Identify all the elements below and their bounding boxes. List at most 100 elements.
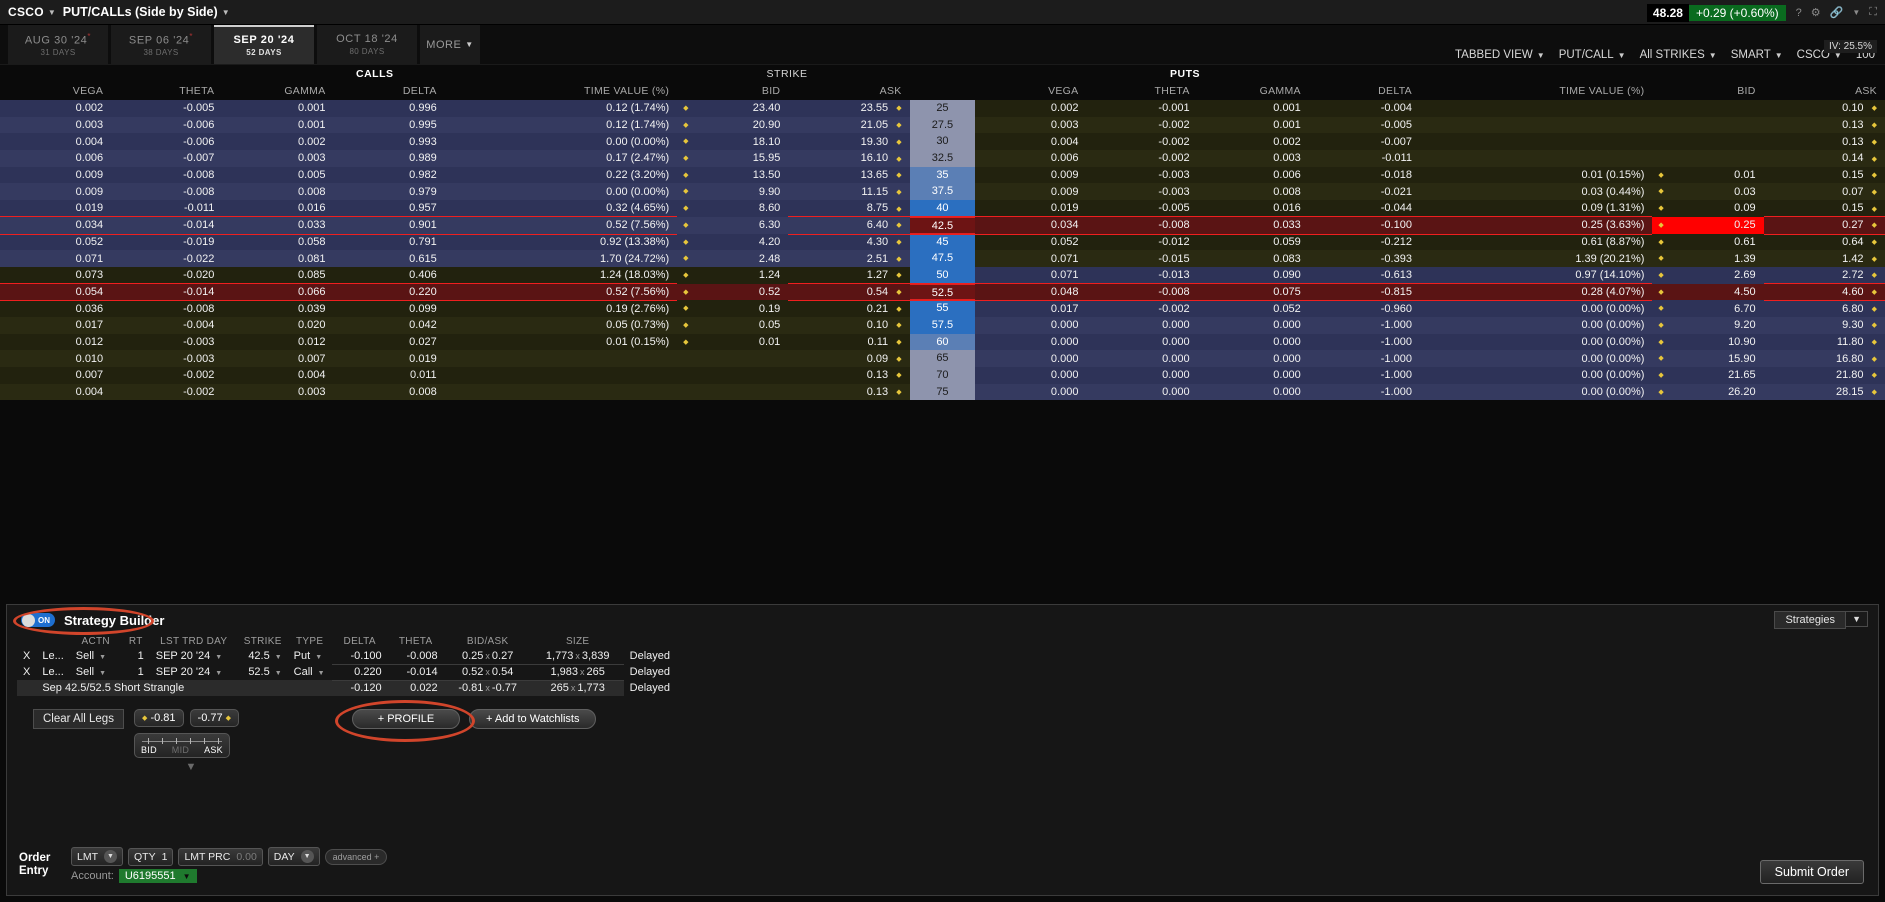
leg-action-select[interactable]: Sell ▼ bbox=[70, 648, 122, 664]
put-bid[interactable]: ◆ 21.65 bbox=[1652, 367, 1764, 384]
strategies-chevron-down-icon[interactable]: ▼ bbox=[1845, 611, 1868, 627]
order-type-select[interactable]: LMT ▼ bbox=[71, 847, 123, 866]
put-bid[interactable]: ◆ 2.69 bbox=[1652, 266, 1764, 284]
chain-row[interactable]: 0.012 -0.003 0.012 0.027 0.01 (0.15%) ◆ 0.01 0… bbox=[0, 333, 1885, 351]
call-bid[interactable]: ◆ 0.19 bbox=[677, 300, 789, 317]
call-bid[interactable]: ◆ 18.10 bbox=[677, 133, 789, 151]
expiry-tab-3[interactable]: OCT 18 '24 80 DAYS bbox=[317, 25, 417, 64]
strike-cell[interactable]: 30 bbox=[909, 133, 976, 151]
call-bid[interactable] bbox=[677, 350, 789, 367]
account-select[interactable]: U6195551 ▼ bbox=[118, 869, 197, 883]
put-ask[interactable]: 0.64 ◆ bbox=[1763, 233, 1885, 251]
call-bid[interactable]: ◆ 23.40 bbox=[677, 100, 789, 117]
leg-type-select[interactable]: Put ▼ bbox=[288, 648, 332, 664]
strike-cell[interactable]: 50 bbox=[909, 266, 976, 284]
option-exchange-smart[interactable]: SMART ▼ bbox=[1731, 49, 1783, 61]
strike-cell[interactable]: 60 bbox=[909, 333, 976, 351]
col-put-bid[interactable]: BID bbox=[1652, 83, 1763, 100]
strike-cell[interactable]: 32.5 bbox=[909, 150, 976, 167]
strike-cell[interactable]: 65 bbox=[909, 350, 976, 367]
option-tabbed-view[interactable]: TABBED VIEW ▼ bbox=[1455, 49, 1545, 61]
leg-type-select[interactable]: Call ▼ bbox=[288, 664, 332, 680]
col-put-timevalue[interactable]: TIME VALUE (%) bbox=[1420, 83, 1652, 100]
view-dropdown-icon[interactable]: ▼ bbox=[222, 8, 230, 17]
put-bid[interactable]: ◆ 6.70 bbox=[1652, 300, 1764, 317]
leg-expiry-select[interactable]: SEP 20 '24 ▼ bbox=[150, 648, 238, 664]
col-call-timevalue[interactable]: TIME VALUE (%) bbox=[445, 83, 677, 100]
col-call-bid[interactable]: BID bbox=[677, 83, 788, 100]
call-bid[interactable]: ◆ 1.24 bbox=[677, 266, 789, 284]
call-bid[interactable]: ◆ 20.90 bbox=[677, 116, 789, 134]
strategies-button[interactable]: Strategies bbox=[1774, 611, 1846, 629]
put-ask[interactable]: 0.15 ◆ bbox=[1763, 166, 1885, 184]
slider-bid-label[interactable]: BID bbox=[141, 745, 157, 755]
leg-action-select[interactable]: Sell ▼ bbox=[70, 664, 122, 680]
put-bid[interactable]: ◆ 0.01 bbox=[1652, 166, 1764, 184]
time-in-force-select[interactable]: DAY ▼ bbox=[267, 847, 320, 866]
call-ask[interactable]: 8.75 ◆ bbox=[788, 200, 910, 217]
put-ask[interactable]: 11.80 ◆ bbox=[1763, 333, 1885, 351]
slider-ask-label[interactable]: ASK bbox=[204, 745, 223, 755]
chain-row[interactable]: 0.003 -0.006 0.001 0.995 0.12 (1.74%) ◆ 20.90… bbox=[0, 116, 1885, 134]
call-ask[interactable]: 0.13 ◆ bbox=[788, 383, 910, 401]
col-call-delta[interactable]: DELTA bbox=[334, 83, 445, 100]
strike-cell[interactable]: 35 bbox=[909, 166, 976, 184]
chain-row[interactable]: 0.009 -0.008 0.008 0.979 0.00 (0.00%) ◆ 9.90 1… bbox=[0, 183, 1885, 201]
put-bid[interactable]: ◆ 1.39 bbox=[1652, 250, 1764, 267]
put-bid[interactable]: ◆ 0.09 bbox=[1652, 200, 1764, 217]
call-ask[interactable]: 0.13 ◆ bbox=[788, 367, 910, 384]
clear-all-legs-button[interactable]: Clear All Legs bbox=[33, 709, 124, 729]
chain-row[interactable]: 0.006 -0.007 0.003 0.989 0.17 (2.47%) ◆ 15.95… bbox=[0, 150, 1885, 167]
put-ask[interactable]: 4.60 ◆ bbox=[1763, 283, 1885, 301]
more-expiries-tab[interactable]: MORE ▼ bbox=[420, 25, 480, 64]
chain-row[interactable]: 0.009 -0.008 0.005 0.982 0.22 (3.20%) ◆ 13.50… bbox=[0, 166, 1885, 184]
strike-cell[interactable]: 52.5 bbox=[909, 283, 976, 301]
leg-row[interactable]: X Le... Sell ▼ 1 SEP 20 '24 ▼ 42.5 ▼ Put ▼ -0.100 -0… bbox=[17, 648, 694, 665]
expiry-tab-0[interactable]: AUG 30 '24* 31 DAYS bbox=[8, 25, 108, 64]
strike-cell[interactable]: 40 bbox=[909, 200, 976, 217]
leg-strike-select[interactable]: 42.5 ▼ bbox=[238, 648, 288, 664]
chain-row[interactable]: 0.010 -0.003 0.007 0.019 0.09 ◆ 65 0.000 0.000 0… bbox=[0, 350, 1885, 367]
strike-cell[interactable]: 25 bbox=[909, 100, 976, 117]
call-bid[interactable]: ◆ 0.05 bbox=[677, 316, 789, 334]
put-bid[interactable]: ◆ 10.90 bbox=[1652, 333, 1764, 351]
call-ask[interactable]: 6.40 ◆ bbox=[788, 216, 910, 234]
chain-row[interactable]: 0.019 -0.011 0.016 0.957 0.32 (4.65%) ◆ 8.60 8… bbox=[0, 200, 1885, 217]
slider-mid-label[interactable]: MID bbox=[172, 745, 189, 755]
leg-strike-select[interactable]: 52.5 ▼ bbox=[238, 664, 288, 680]
strike-cell[interactable]: 75 bbox=[909, 383, 976, 401]
chain-row[interactable]: 0.071 -0.022 0.081 0.615 1.70 (24.72%) ◆ 2.48… bbox=[0, 250, 1885, 267]
col-put-delta[interactable]: DELTA bbox=[1309, 83, 1420, 100]
col-put-theta[interactable]: THETA bbox=[1086, 83, 1197, 100]
strike-cell[interactable]: 57.5 bbox=[909, 316, 976, 334]
put-bid[interactable] bbox=[1652, 100, 1764, 117]
call-bid[interactable]: ◆ 8.60 bbox=[677, 200, 789, 217]
strike-cell[interactable]: 42.5 bbox=[909, 216, 976, 234]
call-bid[interactable]: ◆ 15.95 bbox=[677, 150, 789, 167]
put-bid[interactable]: ◆ 9.20 bbox=[1652, 316, 1764, 334]
put-ask[interactable]: 0.15 ◆ bbox=[1763, 200, 1885, 217]
leg-expiry-select[interactable]: SEP 20 '24 ▼ bbox=[150, 664, 238, 680]
call-bid[interactable] bbox=[677, 383, 789, 401]
put-ask[interactable]: 0.13 ◆ bbox=[1763, 116, 1885, 134]
expiry-tab-1[interactable]: SEP 06 '24* 38 DAYS bbox=[111, 25, 211, 64]
chain-row[interactable]: 0.036 -0.008 0.039 0.099 0.19 (2.76%) ◆ 0.19 0… bbox=[0, 300, 1885, 317]
price-slider[interactable]: BID MID ASK bbox=[134, 733, 230, 758]
chain-row[interactable]: 0.052 -0.019 0.058 0.791 0.92 (13.38%) ◆ 4.20… bbox=[0, 233, 1885, 251]
link-icon[interactable]: 🔗 bbox=[1830, 6, 1844, 19]
put-bid[interactable] bbox=[1652, 150, 1764, 167]
put-ask[interactable]: 1.42 ◆ bbox=[1763, 250, 1885, 267]
add-to-watchlists-button[interactable]: + Add to Watchlists bbox=[469, 709, 597, 729]
submit-order-button[interactable]: Submit Order bbox=[1759, 860, 1864, 884]
gear-icon[interactable]: ⚙ bbox=[1811, 6, 1821, 19]
call-bid[interactable]: ◆ 9.90 bbox=[677, 183, 789, 201]
call-ask[interactable]: 0.54 ◆ bbox=[788, 283, 910, 301]
put-ask[interactable]: 2.72 ◆ bbox=[1763, 266, 1885, 284]
chain-row[interactable]: 0.007 -0.002 0.004 0.011 0.13 ◆ 70 0.000 0.000 0… bbox=[0, 367, 1885, 384]
col-call-ask[interactable]: ASK bbox=[788, 83, 909, 100]
bid-price-chip[interactable]: ◆ -0.81 bbox=[134, 709, 184, 727]
strike-cell[interactable]: 45 bbox=[909, 233, 976, 251]
call-ask[interactable]: 16.10 ◆ bbox=[788, 150, 910, 167]
chain-row[interactable]: 0.034 -0.014 0.033 0.901 0.52 (7.56%) ◆ 6.30 6… bbox=[0, 215, 1885, 235]
put-bid[interactable]: ◆ 0.25 bbox=[1652, 216, 1764, 234]
